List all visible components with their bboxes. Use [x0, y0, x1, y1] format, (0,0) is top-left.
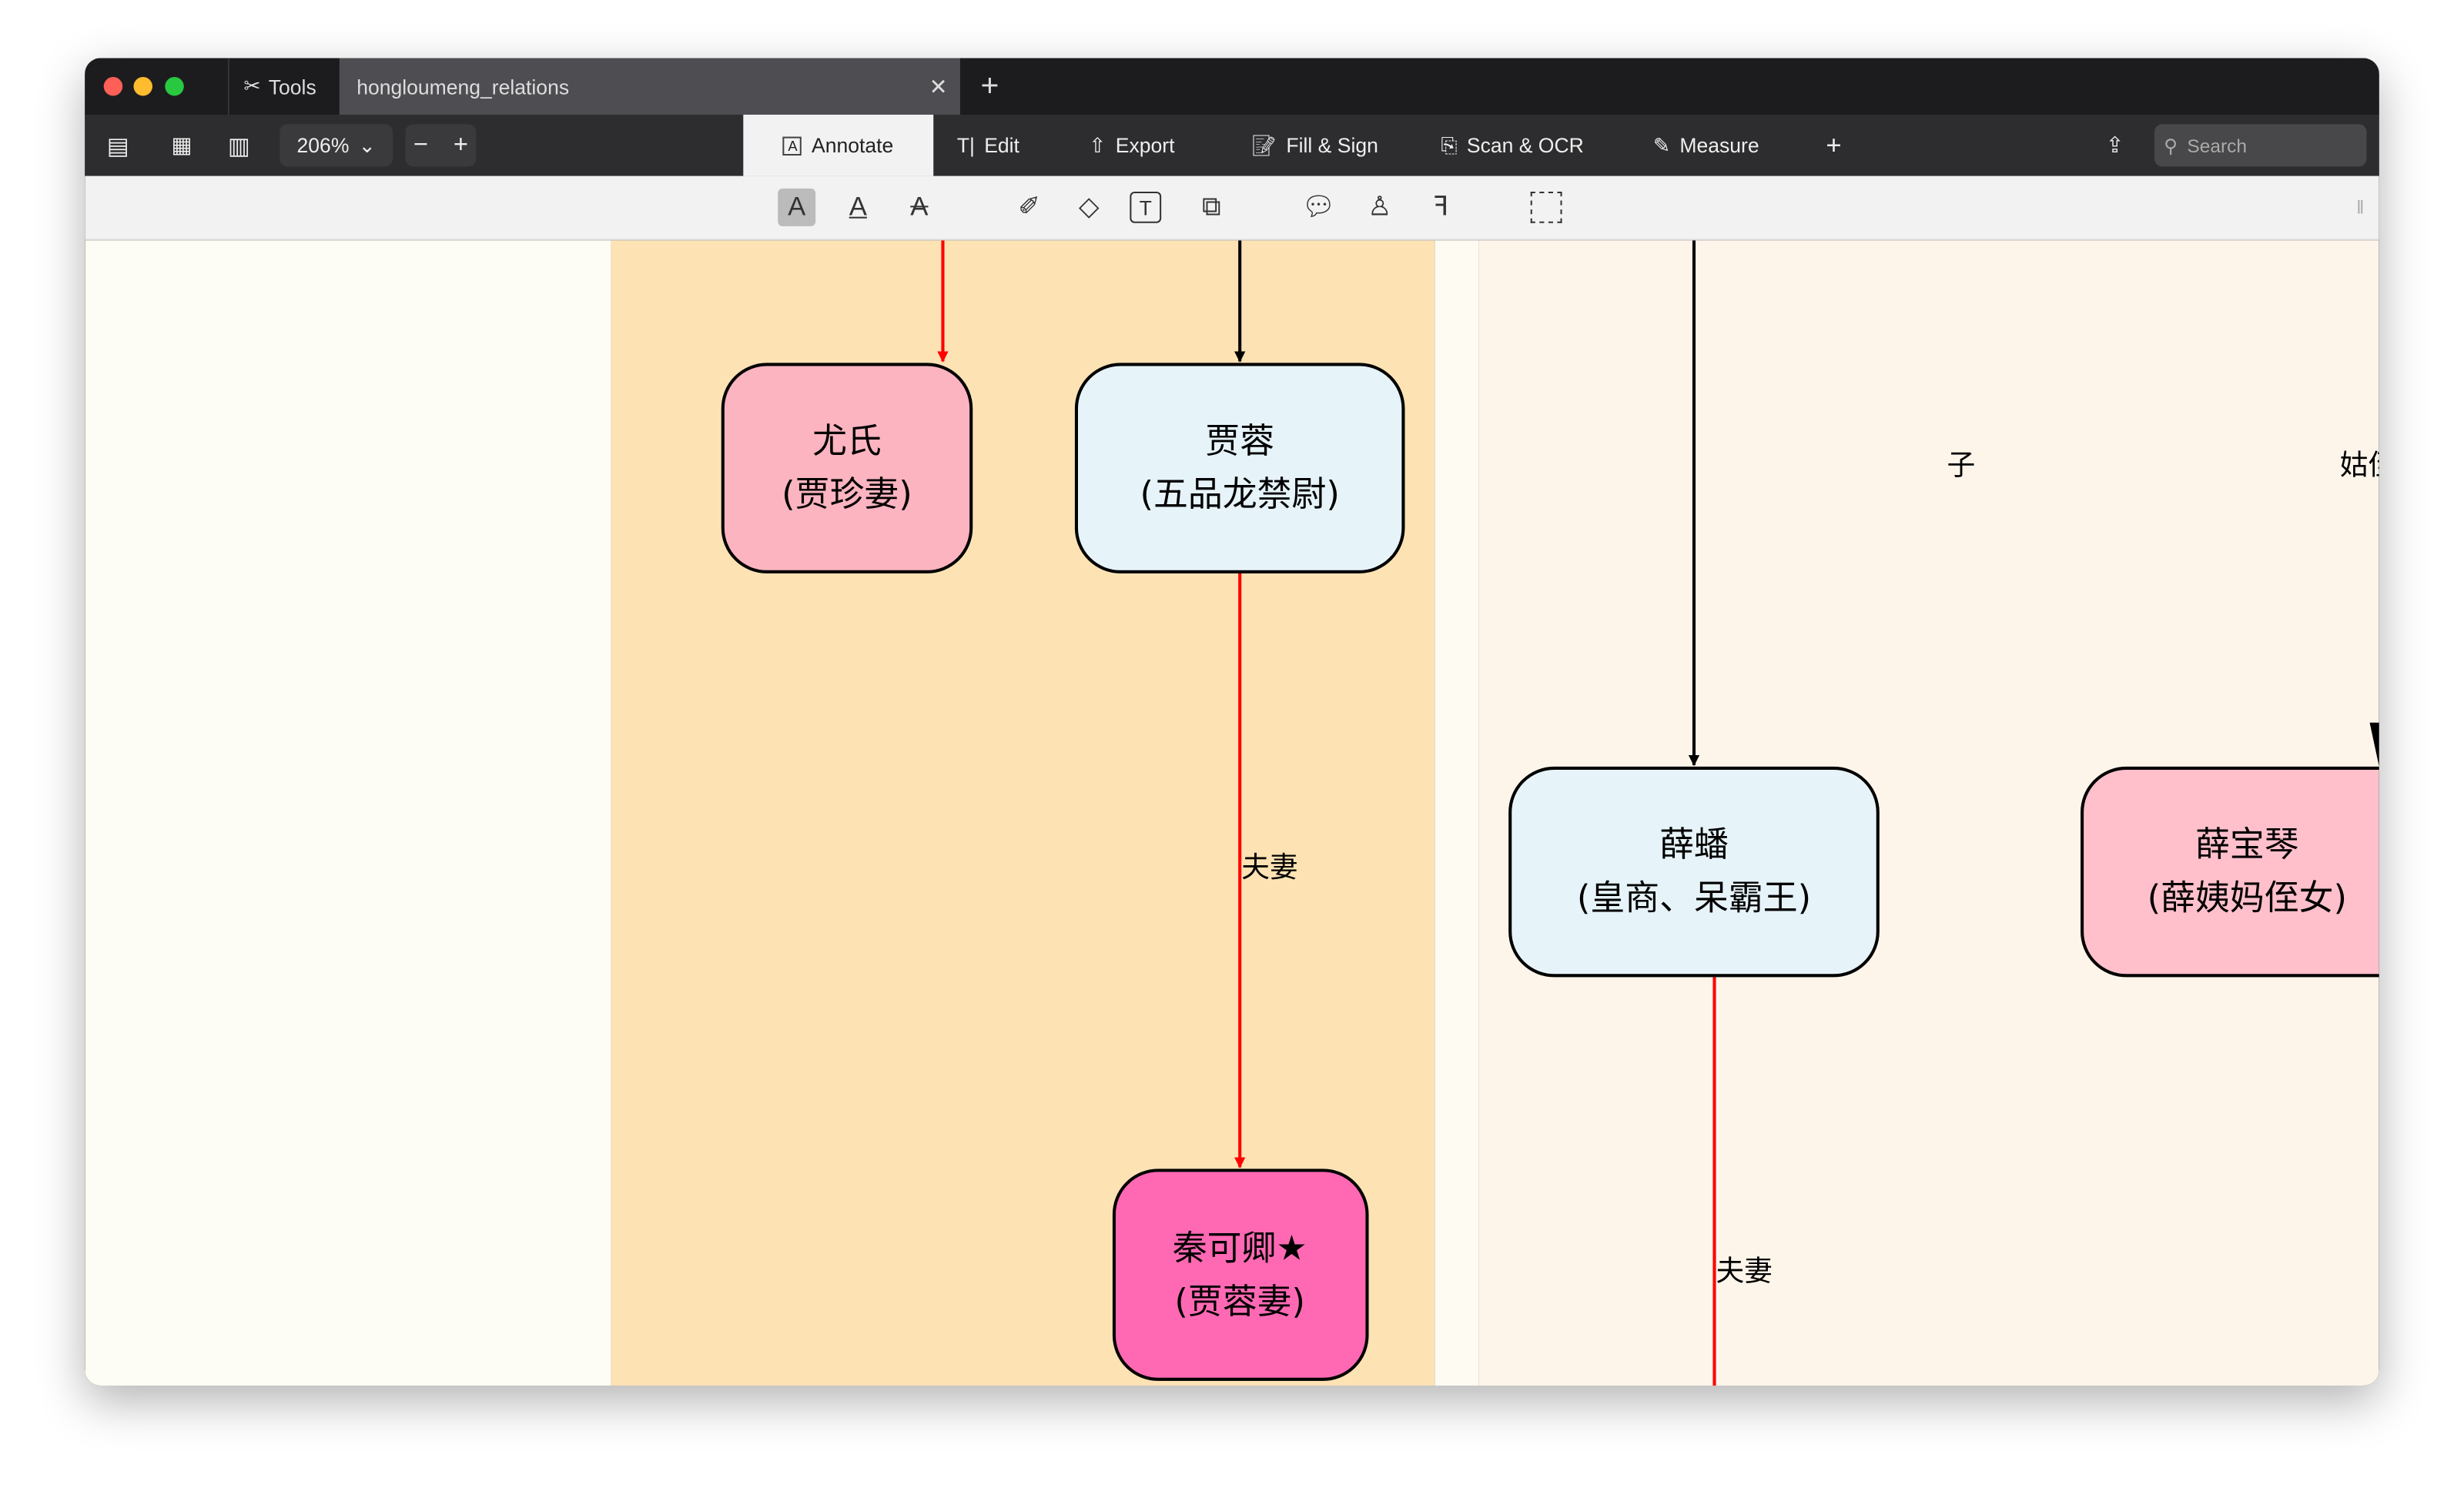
close-window-button[interactable]: [103, 76, 123, 96]
app-window: ✂ Tools hongloumeng_relations ✕ + ▤ ▦ ▥ 2…: [85, 58, 2379, 1386]
maximize-window-button[interactable]: [165, 76, 184, 96]
tab-export[interactable]: ⇧ Export: [1089, 115, 1174, 176]
search-placeholder: Search: [2187, 134, 2247, 157]
search-input[interactable]: ⚲ Search: [2154, 124, 2367, 167]
signature-icon[interactable]: ꟻ: [1422, 189, 1460, 226]
edge-label-spouse: 夫妻: [1241, 851, 1297, 884]
node-name: 尤氏: [812, 420, 882, 461]
highlight-text-icon[interactable]: A: [778, 188, 816, 226]
select-area-icon[interactable]: [1530, 191, 1562, 223]
edge-label-son: 子: [1947, 448, 1976, 481]
add-tool-button[interactable]: +: [1826, 115, 1841, 176]
text-cursor-icon: T|: [956, 133, 975, 158]
panel-handle[interactable]: ‖: [2342, 189, 2379, 226]
tab-tools[interactable]: ✂ Tools: [227, 58, 340, 115]
node-name: 贾蓉: [1205, 420, 1274, 461]
relations-diagram: 夫妻 夫妻 子 姑侄 尤氏 (贾珍妻) 贾蓉 (五品龙禁尉) 秦可卿★ (贾蓉妻…: [85, 240, 2379, 1386]
highlighter-icon[interactable]: ✐: [1010, 189, 1048, 226]
share-icon[interactable]: ⇪: [2106, 115, 2124, 176]
new-tab-button[interactable]: +: [980, 59, 999, 115]
reading-mode-icon[interactable]: ▥: [228, 115, 250, 176]
tab-tools-label: Tools: [268, 74, 316, 99]
node-youshi[interactable]: 尤氏 (贾珍妻): [721, 363, 973, 573]
node-name: 薛蟠: [1659, 824, 1729, 864]
chevron-down-icon: ⌄: [358, 132, 376, 157]
node-xuebaoqin[interactable]: 薛宝琴 (薛姨妈侄女): [2081, 766, 2379, 978]
edge-label-spouse: 夫妻: [1716, 1254, 1773, 1287]
annotation-toolbar: A A A ✐ ◇ T ⧉ 💬︎ ♙ ꟻ ‖: [85, 176, 2379, 241]
edit-label: Edit: [984, 133, 1019, 158]
export-icon: ⇧: [1089, 132, 1106, 157]
tab-annotate[interactable]: A Annotate: [743, 114, 934, 176]
zoom-in-button[interactable]: +: [454, 131, 468, 159]
zoom-select[interactable]: 206% ⌄: [280, 124, 393, 167]
zoom-value: 206%: [296, 133, 350, 158]
tools-icon: ✂: [243, 73, 261, 98]
search-icon: ⚲: [2164, 134, 2178, 157]
node-name: 薛宝琴: [2195, 824, 2299, 864]
note-icon[interactable]: 💬︎: [1300, 189, 1337, 226]
node-jiarong[interactable]: 贾蓉 (五品龙禁尉): [1074, 363, 1405, 573]
fill-sign-icon: 📝︎: [1250, 132, 1277, 157]
node-qinkeqing[interactable]: 秦可卿★ (贾蓉妻): [1112, 1169, 1369, 1381]
tab-scan-ocr[interactable]: ⎘ Scan & OCR: [1441, 115, 1583, 176]
main-toolbar: ▤ ▦ ▥ 206% ⌄ − + A Annotate T| Edit ⇧ Export …: [85, 114, 2379, 176]
text-box-icon[interactable]: T: [1130, 191, 1162, 223]
ruler-icon: ✎: [1652, 132, 1671, 157]
zoom-out-button[interactable]: −: [413, 131, 428, 159]
tab-document-label: hongloumeng_relations: [357, 74, 570, 99]
tab-fill-sign[interactable]: 📝︎ Fill & Sign: [1250, 115, 1378, 176]
title-bar: ✂ Tools hongloumeng_relations ✕ +: [85, 58, 2379, 115]
measure-label: Measure: [1679, 133, 1759, 158]
node-xuepan[interactable]: 薛蟠 (皇商、呆霸王): [1508, 766, 1880, 978]
eraser-icon[interactable]: ◇: [1070, 189, 1108, 226]
tab-document[interactable]: hongloumeng_relations ✕: [339, 58, 960, 115]
underline-text-icon[interactable]: A: [839, 189, 877, 226]
tab-measure[interactable]: ✎ Measure: [1653, 115, 1759, 176]
document-canvas: 夫妻 夫妻 子 姑侄 尤氏 (贾珍妻) 贾蓉 (五品龙禁尉) 秦可卿★ (贾蓉妻…: [85, 240, 2379, 1386]
fill-sign-label: Fill & Sign: [1286, 133, 1378, 158]
tab-edit[interactable]: T| Edit: [957, 115, 1019, 176]
zoom-stepper: − +: [405, 124, 477, 167]
node-role: (贾蓉妻): [1174, 1281, 1305, 1322]
node-name: 秦可卿★: [1173, 1228, 1307, 1269]
shapes-icon[interactable]: ⧉: [1193, 189, 1230, 226]
cluster-gap: [1435, 240, 1479, 1386]
close-tab-icon[interactable]: ✕: [929, 73, 948, 100]
annotate-icon: A: [783, 135, 802, 155]
node-role: (五品龙禁尉): [1140, 473, 1339, 514]
cluster-bg: [85, 240, 611, 1386]
stamp-icon[interactable]: ♙: [1361, 189, 1398, 226]
thumbnails-icon[interactable]: ▦: [171, 115, 192, 176]
scan-icon: ⎘: [1441, 132, 1458, 157]
node-role: (贾珍妻): [782, 473, 912, 514]
node-role: (皇商、呆霸王): [1577, 878, 1811, 918]
node-role: (薛姨妈侄女): [2148, 878, 2347, 918]
minimize-window-button[interactable]: [133, 76, 152, 96]
edge-label-aunt: 姑侄: [2340, 448, 2379, 481]
export-label: Export: [1115, 133, 1175, 158]
strikethrough-text-icon[interactable]: A: [900, 189, 938, 226]
scan-ocr-label: Scan & OCR: [1466, 133, 1584, 158]
annotate-label: Annotate: [812, 133, 894, 158]
sidebar-toggle-icon[interactable]: ▤: [107, 115, 129, 176]
